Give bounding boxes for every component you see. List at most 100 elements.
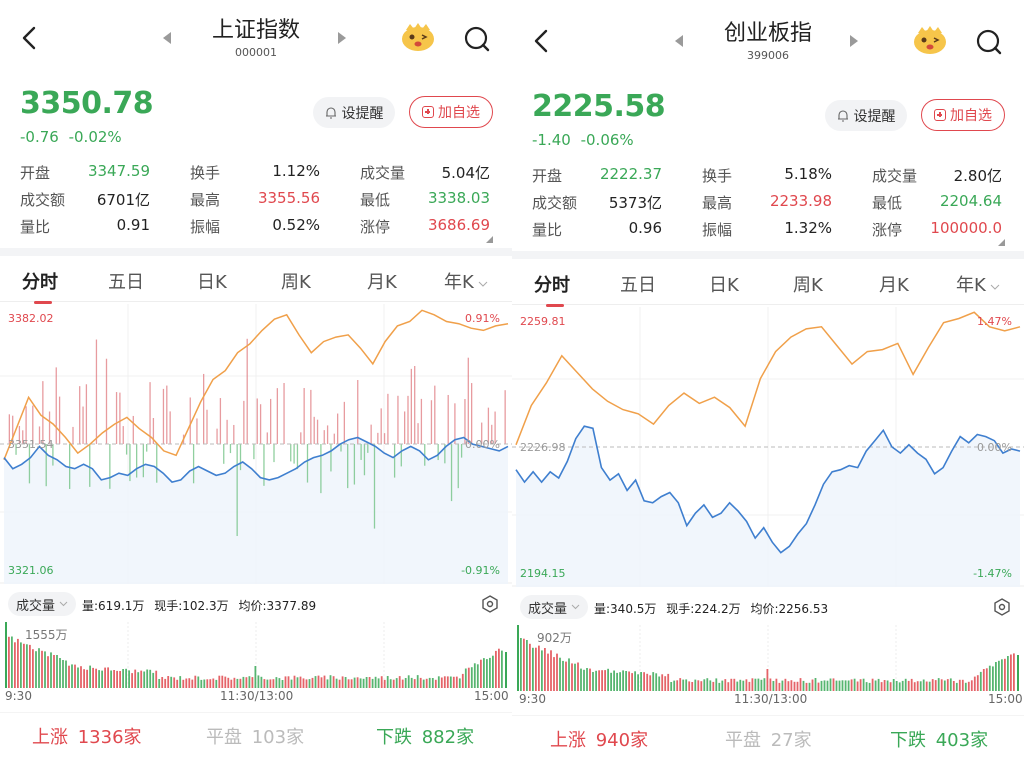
volume-bar-down	[35, 651, 37, 688]
stat-item: 最高 3355.56	[190, 189, 320, 210]
stat-label: 成交额	[532, 194, 578, 212]
tab-5[interactable]: 年K	[444, 268, 488, 294]
advancers[interactable]: 上涨 1336家	[32, 723, 142, 749]
settings-icon[interactable]	[992, 597, 1012, 617]
volume-bar-down	[77, 667, 79, 688]
stat-value: 5.04亿	[441, 164, 490, 182]
axis-bottom-pct: -0.91%	[461, 564, 500, 577]
back-icon[interactable]	[528, 23, 556, 59]
tab-2[interactable]: 日K	[709, 271, 739, 297]
set-alert-button[interactable]: 设提醒	[825, 100, 907, 131]
volume-bar-down	[919, 681, 922, 691]
volume-bar-up	[230, 679, 233, 688]
search-icon[interactable]	[974, 27, 1004, 57]
stat-item: 换手 5.18%	[702, 165, 832, 186]
volume-bar-up	[952, 681, 955, 691]
volume-bar-up	[443, 676, 446, 688]
decliners[interactable]: 下跌 882家	[376, 723, 474, 749]
tab-1[interactable]: 五日	[108, 268, 144, 294]
volume-bar-down	[197, 676, 200, 688]
tab-5[interactable]: 年K	[956, 271, 1000, 297]
volume-bar-up	[766, 669, 769, 691]
stat-label: 成交额	[20, 191, 66, 209]
expand-stats-icon[interactable]	[998, 239, 1005, 246]
volume-bar-up	[317, 675, 320, 688]
next-stock-arrow[interactable]	[850, 35, 858, 47]
decliners[interactable]: 下跌 403家	[890, 726, 988, 752]
volume-bar-down	[486, 659, 488, 688]
volume-bar-down	[501, 650, 503, 688]
tab-3[interactable]: 周K	[793, 271, 823, 297]
volume-bar-up	[1013, 653, 1015, 691]
volume-bar-up	[934, 680, 937, 691]
volume-header: 成交量 量:619.1万 现手:102.3万 均价:3377.89	[0, 588, 512, 622]
volume-bar-down	[236, 678, 239, 688]
volume-bar-up	[916, 681, 919, 691]
volume-bar-down	[428, 677, 431, 688]
stat-item: 开盘 3347.59	[20, 162, 150, 183]
volume-bar-up	[356, 677, 359, 688]
volume-bar-up	[398, 676, 401, 688]
settings-icon[interactable]	[480, 594, 500, 614]
back-icon[interactable]	[16, 20, 44, 56]
volume-header: 成交量 量:340.5万 现手:224.2万 均价:2256.53	[512, 591, 1024, 625]
stats-row: 开盘 2222.37 换手 5.18% 成交量 2.80亿	[532, 162, 1004, 189]
tab-2[interactable]: 日K	[197, 268, 227, 294]
volume-bar-down	[898, 682, 901, 691]
next-stock-arrow[interactable]	[338, 32, 346, 44]
volume-bar-down	[781, 680, 784, 691]
tab-4[interactable]: 月K	[367, 268, 397, 294]
volume-bar-down	[841, 680, 844, 691]
volume-bar-up	[850, 679, 853, 691]
chevron-down-icon	[571, 604, 580, 610]
intraday-chart[interactable]: 3382.02 0.91% 3351.54 0.00% 3321.06 -0.91%	[0, 304, 512, 584]
volume-bar-down	[835, 680, 838, 691]
volume-bar-up	[856, 681, 859, 691]
volume-bar-up	[311, 677, 314, 688]
volume-bar-down	[613, 670, 615, 691]
tab-0[interactable]: 分时	[534, 271, 570, 297]
header: 创业板指 399006	[512, 3, 1024, 83]
tab-1[interactable]: 五日	[620, 271, 656, 297]
add-watchlist-button[interactable]: 加自选	[921, 99, 1005, 131]
expand-stats-icon[interactable]	[486, 236, 493, 243]
volume-bar-up	[140, 670, 143, 688]
axis-reference-price: 3351.54	[8, 438, 54, 451]
tab-label: 周K	[281, 272, 311, 293]
volume-indicator-select[interactable]: 成交量	[520, 595, 589, 619]
unchanged-count: 103家	[251, 727, 305, 748]
stat-value: 2222.37	[599, 165, 662, 183]
volume-bar-up	[529, 643, 531, 691]
volume-bar-up	[188, 678, 191, 688]
volume-bar-up	[646, 673, 649, 691]
tab-4[interactable]: 月K	[879, 271, 909, 297]
unchanged[interactable]: 平盘 27家	[725, 726, 812, 752]
unchanged[interactable]: 平盘 103家	[206, 723, 304, 749]
volume-bar-up	[227, 677, 230, 688]
volume-bar-up	[287, 676, 290, 688]
tab-0[interactable]: 分时	[22, 268, 58, 294]
search-icon[interactable]	[462, 24, 492, 54]
mascot-icon[interactable]	[400, 22, 436, 52]
add-watchlist-button[interactable]: 加自选	[409, 96, 493, 128]
volume-bar-down	[847, 680, 850, 691]
volume-bar-up	[883, 680, 886, 691]
set-alert-button[interactable]: 设提醒	[313, 97, 395, 128]
stat-item: 最高 2233.98	[702, 192, 832, 213]
tab-3[interactable]: 周K	[281, 268, 311, 294]
advancers[interactable]: 上涨 940家	[550, 726, 648, 752]
bell-icon	[325, 106, 336, 119]
mascot-icon[interactable]	[912, 25, 948, 55]
volume-bar-up	[970, 680, 973, 691]
volume-bar-up	[691, 682, 694, 691]
volume-bar-down	[820, 680, 823, 691]
volume-bar-down	[489, 657, 491, 688]
volume-bar-down	[580, 668, 582, 691]
axis-bottom-price: 3321.06	[8, 564, 54, 577]
volume-bar-down	[1001, 659, 1003, 691]
volume-indicator-select[interactable]: 成交量	[8, 592, 77, 616]
volume-bar-down	[964, 682, 967, 691]
intraday-chart[interactable]: 2259.81 1.47% 2226.98 0.00% 2194.15 -1.47%	[512, 307, 1024, 587]
volume-bar-up	[185, 678, 188, 688]
stat-value: 2204.64	[939, 192, 1002, 210]
